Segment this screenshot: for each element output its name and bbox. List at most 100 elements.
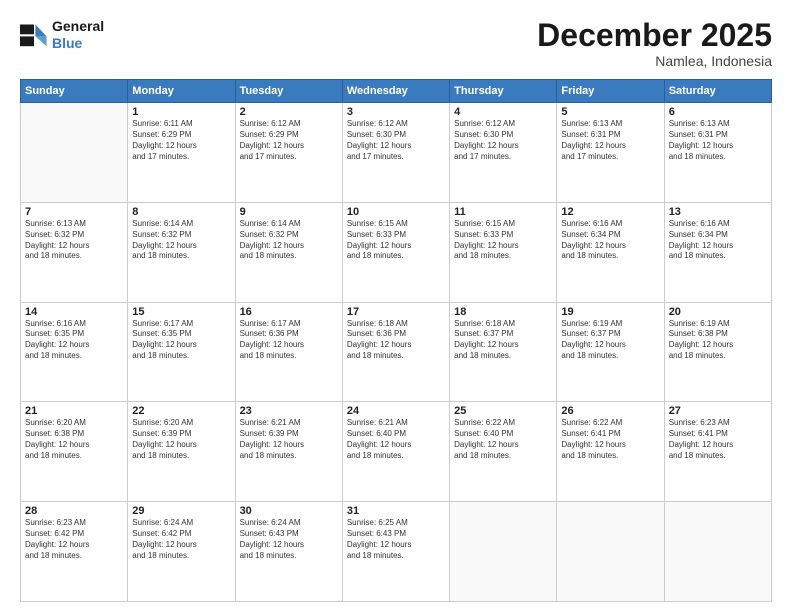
- day-cell: 23Sunrise: 6:21 AM Sunset: 6:39 PM Dayli…: [235, 402, 342, 502]
- day-number: 8: [132, 206, 230, 218]
- day-cell: 12Sunrise: 6:16 AM Sunset: 6:34 PM Dayli…: [557, 202, 664, 302]
- day-info: Sunrise: 6:23 AM Sunset: 6:42 PM Dayligh…: [25, 518, 123, 561]
- day-info: Sunrise: 6:13 AM Sunset: 6:31 PM Dayligh…: [669, 119, 767, 162]
- day-cell: 20Sunrise: 6:19 AM Sunset: 6:38 PM Dayli…: [664, 302, 771, 402]
- day-info: Sunrise: 6:16 AM Sunset: 6:34 PM Dayligh…: [669, 219, 767, 262]
- day-info: Sunrise: 6:16 AM Sunset: 6:35 PM Dayligh…: [25, 319, 123, 362]
- day-number: 3: [347, 106, 445, 118]
- day-cell: 14Sunrise: 6:16 AM Sunset: 6:35 PM Dayli…: [21, 302, 128, 402]
- day-cell: [664, 502, 771, 602]
- col-header-thursday: Thursday: [450, 80, 557, 103]
- day-cell: 26Sunrise: 6:22 AM Sunset: 6:41 PM Dayli…: [557, 402, 664, 502]
- day-cell: 18Sunrise: 6:18 AM Sunset: 6:37 PM Dayli…: [450, 302, 557, 402]
- day-cell: [21, 103, 128, 203]
- day-cell: 6Sunrise: 6:13 AM Sunset: 6:31 PM Daylig…: [664, 103, 771, 203]
- day-info: Sunrise: 6:20 AM Sunset: 6:39 PM Dayligh…: [132, 418, 230, 461]
- day-number: 30: [240, 505, 338, 517]
- week-row-3: 14Sunrise: 6:16 AM Sunset: 6:35 PM Dayli…: [21, 302, 772, 402]
- day-info: Sunrise: 6:12 AM Sunset: 6:29 PM Dayligh…: [240, 119, 338, 162]
- col-header-wednesday: Wednesday: [342, 80, 449, 103]
- day-number: 10: [347, 206, 445, 218]
- day-cell: 28Sunrise: 6:23 AM Sunset: 6:42 PM Dayli…: [21, 502, 128, 602]
- day-number: 4: [454, 106, 552, 118]
- day-number: 5: [561, 106, 659, 118]
- logo-line2: Blue: [52, 35, 104, 52]
- day-number: 7: [25, 206, 123, 218]
- day-info: Sunrise: 6:22 AM Sunset: 6:40 PM Dayligh…: [454, 418, 552, 461]
- day-number: 18: [454, 306, 552, 318]
- day-number: 17: [347, 306, 445, 318]
- day-cell: 1Sunrise: 6:11 AM Sunset: 6:29 PM Daylig…: [128, 103, 235, 203]
- week-row-1: 1Sunrise: 6:11 AM Sunset: 6:29 PM Daylig…: [21, 103, 772, 203]
- day-cell: 10Sunrise: 6:15 AM Sunset: 6:33 PM Dayli…: [342, 202, 449, 302]
- day-number: 28: [25, 505, 123, 517]
- day-cell: 13Sunrise: 6:16 AM Sunset: 6:34 PM Dayli…: [664, 202, 771, 302]
- day-number: 13: [669, 206, 767, 218]
- week-row-5: 28Sunrise: 6:23 AM Sunset: 6:42 PM Dayli…: [21, 502, 772, 602]
- day-cell: 16Sunrise: 6:17 AM Sunset: 6:36 PM Dayli…: [235, 302, 342, 402]
- day-number: 23: [240, 405, 338, 417]
- day-cell: [450, 502, 557, 602]
- page: General Blue December 2025 Namlea, Indon…: [0, 0, 792, 612]
- day-cell: 8Sunrise: 6:14 AM Sunset: 6:32 PM Daylig…: [128, 202, 235, 302]
- month-title: December 2025: [537, 18, 772, 53]
- day-info: Sunrise: 6:21 AM Sunset: 6:40 PM Dayligh…: [347, 418, 445, 461]
- day-info: Sunrise: 6:13 AM Sunset: 6:32 PM Dayligh…: [25, 219, 123, 262]
- day-info: Sunrise: 6:15 AM Sunset: 6:33 PM Dayligh…: [454, 219, 552, 262]
- day-info: Sunrise: 6:17 AM Sunset: 6:35 PM Dayligh…: [132, 319, 230, 362]
- day-number: 21: [25, 405, 123, 417]
- day-cell: 25Sunrise: 6:22 AM Sunset: 6:40 PM Dayli…: [450, 402, 557, 502]
- col-header-saturday: Saturday: [664, 80, 771, 103]
- day-number: 2: [240, 106, 338, 118]
- day-cell: 30Sunrise: 6:24 AM Sunset: 6:43 PM Dayli…: [235, 502, 342, 602]
- day-cell: 22Sunrise: 6:20 AM Sunset: 6:39 PM Dayli…: [128, 402, 235, 502]
- day-info: Sunrise: 6:11 AM Sunset: 6:29 PM Dayligh…: [132, 119, 230, 162]
- day-cell: [557, 502, 664, 602]
- day-info: Sunrise: 6:18 AM Sunset: 6:36 PM Dayligh…: [347, 319, 445, 362]
- col-header-monday: Monday: [128, 80, 235, 103]
- day-number: 19: [561, 306, 659, 318]
- day-cell: 11Sunrise: 6:15 AM Sunset: 6:33 PM Dayli…: [450, 202, 557, 302]
- day-number: 27: [669, 405, 767, 417]
- day-number: 16: [240, 306, 338, 318]
- day-number: 6: [669, 106, 767, 118]
- day-number: 25: [454, 405, 552, 417]
- day-cell: 15Sunrise: 6:17 AM Sunset: 6:35 PM Dayli…: [128, 302, 235, 402]
- day-cell: 2Sunrise: 6:12 AM Sunset: 6:29 PM Daylig…: [235, 103, 342, 203]
- day-cell: 5Sunrise: 6:13 AM Sunset: 6:31 PM Daylig…: [557, 103, 664, 203]
- day-cell: 21Sunrise: 6:20 AM Sunset: 6:38 PM Dayli…: [21, 402, 128, 502]
- week-row-4: 21Sunrise: 6:20 AM Sunset: 6:38 PM Dayli…: [21, 402, 772, 502]
- day-info: Sunrise: 6:15 AM Sunset: 6:33 PM Dayligh…: [347, 219, 445, 262]
- day-number: 31: [347, 505, 445, 517]
- day-cell: 9Sunrise: 6:14 AM Sunset: 6:32 PM Daylig…: [235, 202, 342, 302]
- col-header-friday: Friday: [557, 80, 664, 103]
- day-cell: 19Sunrise: 6:19 AM Sunset: 6:37 PM Dayli…: [557, 302, 664, 402]
- day-number: 24: [347, 405, 445, 417]
- col-header-sunday: Sunday: [21, 80, 128, 103]
- day-info: Sunrise: 6:25 AM Sunset: 6:43 PM Dayligh…: [347, 518, 445, 561]
- day-cell: 17Sunrise: 6:18 AM Sunset: 6:36 PM Dayli…: [342, 302, 449, 402]
- logo: General Blue: [20, 18, 104, 52]
- day-info: Sunrise: 6:21 AM Sunset: 6:39 PM Dayligh…: [240, 418, 338, 461]
- day-cell: 27Sunrise: 6:23 AM Sunset: 6:41 PM Dayli…: [664, 402, 771, 502]
- day-info: Sunrise: 6:18 AM Sunset: 6:37 PM Dayligh…: [454, 319, 552, 362]
- location-subtitle: Namlea, Indonesia: [537, 53, 772, 69]
- day-cell: 31Sunrise: 6:25 AM Sunset: 6:43 PM Dayli…: [342, 502, 449, 602]
- day-info: Sunrise: 6:19 AM Sunset: 6:37 PM Dayligh…: [561, 319, 659, 362]
- day-cell: 4Sunrise: 6:12 AM Sunset: 6:30 PM Daylig…: [450, 103, 557, 203]
- day-info: Sunrise: 6:17 AM Sunset: 6:36 PM Dayligh…: [240, 319, 338, 362]
- day-number: 20: [669, 306, 767, 318]
- day-info: Sunrise: 6:13 AM Sunset: 6:31 PM Dayligh…: [561, 119, 659, 162]
- day-info: Sunrise: 6:19 AM Sunset: 6:38 PM Dayligh…: [669, 319, 767, 362]
- logo-icon: [20, 21, 48, 49]
- day-cell: 29Sunrise: 6:24 AM Sunset: 6:42 PM Dayli…: [128, 502, 235, 602]
- day-number: 11: [454, 206, 552, 218]
- calendar-table: SundayMondayTuesdayWednesdayThursdayFrid…: [20, 79, 772, 602]
- day-info: Sunrise: 6:12 AM Sunset: 6:30 PM Dayligh…: [347, 119, 445, 162]
- day-number: 15: [132, 306, 230, 318]
- day-info: Sunrise: 6:14 AM Sunset: 6:32 PM Dayligh…: [240, 219, 338, 262]
- day-info: Sunrise: 6:24 AM Sunset: 6:43 PM Dayligh…: [240, 518, 338, 561]
- day-info: Sunrise: 6:23 AM Sunset: 6:41 PM Dayligh…: [669, 418, 767, 461]
- day-number: 14: [25, 306, 123, 318]
- day-info: Sunrise: 6:24 AM Sunset: 6:42 PM Dayligh…: [132, 518, 230, 561]
